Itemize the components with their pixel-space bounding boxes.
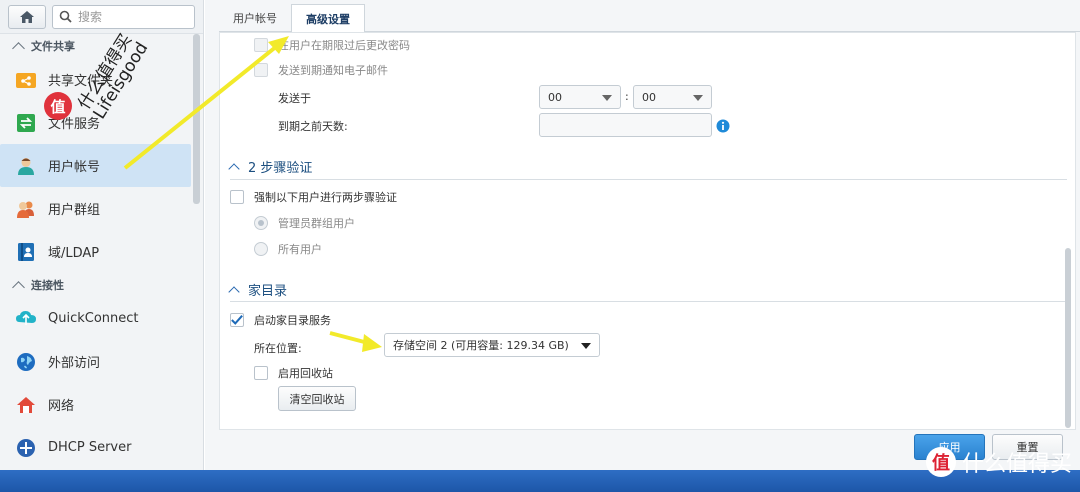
sidebar-item-label: 域/LDAP — [48, 246, 100, 261]
notify-login-label: 在用户在期限过后更改密码 — [278, 39, 410, 52]
days-before-label: 到期之前天数: — [278, 120, 348, 133]
all-users-radio[interactable] — [254, 242, 268, 256]
empty-recycle-button[interactable]: 清空回收站 — [278, 386, 356, 411]
enforce-2step-label: 强制以下用户进行两步骤验证 — [254, 191, 397, 204]
corner-logo-text: 什么值得买 — [961, 452, 1072, 477]
enable-home-label: 启动家目录服务 — [254, 314, 331, 327]
chevron-up-icon — [12, 280, 25, 294]
sidebar-item-label: 用户帐号 — [48, 160, 101, 175]
notify-login-row: 在用户在期限过后更改密码 — [254, 37, 410, 53]
home-button[interactable] — [8, 4, 46, 29]
sidebar-item-label: 外部访问 — [48, 356, 101, 371]
sidebar-item-label: 网络 — [48, 399, 75, 414]
chevron-down-icon — [602, 95, 612, 101]
quickconnect-icon — [16, 309, 36, 329]
location-select[interactable]: 存储空间 2 (可用容量: 129.34 GB) — [384, 333, 600, 357]
minute-value: 00 — [642, 90, 656, 104]
enforce-2step-checkbox[interactable] — [230, 190, 244, 204]
chevron-down-icon — [693, 95, 703, 101]
domain-icon — [16, 242, 36, 262]
admin-group-radio[interactable] — [254, 216, 268, 230]
email-notify-label: 发送到期通知电子邮件 — [278, 64, 388, 77]
sidebar-toolbar: 搜索 — [0, 0, 203, 34]
chevron-down-icon — [581, 343, 591, 349]
sidebar-item-label: DHCP Server — [48, 440, 132, 455]
sidebar-item-quickconnect[interactable]: QuickConnect — [0, 297, 191, 340]
admin-group-label: 管理员群组用户 — [278, 217, 355, 230]
home-icon — [20, 10, 34, 23]
section-title: 连接性 — [31, 279, 64, 292]
logo-badge: 值 — [925, 447, 956, 477]
sidebar-item-user-group[interactable]: 用户群组 — [0, 187, 191, 230]
info-icon[interactable] — [716, 119, 730, 133]
email-notify-checkbox[interactable] — [254, 63, 268, 77]
sidebar-item-domain-ldap[interactable]: 域/LDAP — [0, 230, 191, 273]
main-panel: 用户帐号 高级设置 在用户在期限过后更改密码 发送到期通知电子邮件 发送于 00… — [205, 0, 1080, 470]
sidebar-item-label: QuickConnect — [48, 311, 139, 326]
enable-home-checkbox[interactable] — [230, 313, 244, 327]
recycle-checkbox[interactable] — [254, 366, 268, 380]
time-separator: : — [625, 90, 629, 103]
hour-value: 00 — [548, 90, 562, 104]
corner-logo: 值 什么值得买 — [925, 446, 1072, 478]
panel-scrollbar[interactable] — [1065, 248, 1071, 428]
sidebar-item-dhcp-server[interactable]: DHCP Server — [0, 426, 191, 469]
share-folder-icon — [16, 70, 36, 90]
sidebar-item-label: 用户群组 — [48, 203, 101, 218]
settings-panel: 在用户在期限过后更改密码 发送到期通知电子邮件 发送于 00 : 00 到期之前… — [219, 32, 1076, 430]
watermark-badge: 值 — [44, 92, 72, 120]
location-value: 存储空间 2 (可用容量: 129.34 GB) — [393, 339, 569, 352]
search-placeholder: 搜索 — [78, 10, 103, 24]
two-step-section-header[interactable]: 2 步骤验证 — [228, 157, 313, 176]
sidebar-scrollbar[interactable] — [193, 34, 200, 204]
all-users-label: 所有用户 — [278, 243, 322, 256]
sidebar-item-user-account[interactable]: 用户帐号 — [0, 144, 191, 187]
chevron-up-icon — [12, 41, 25, 55]
home-section-header[interactable]: 家目录 — [228, 280, 288, 299]
checkmark-icon — [231, 315, 243, 325]
bottom-bar — [0, 470, 1080, 492]
globe-icon — [16, 352, 36, 372]
tab-bar: 用户帐号 高级设置 — [219, 4, 1080, 32]
dhcp-icon — [16, 438, 36, 458]
search-icon — [59, 10, 72, 23]
tab-user-account[interactable]: 用户帐号 — [219, 4, 291, 32]
sidebar-item-external-access[interactable]: 外部访问 — [0, 340, 191, 383]
tab-advanced-settings[interactable]: 高级设置 — [291, 4, 365, 32]
network-icon — [16, 395, 36, 415]
notify-login-checkbox[interactable] — [254, 38, 268, 52]
home-title: 家目录 — [248, 284, 288, 299]
minute-select[interactable]: 00 — [633, 85, 712, 109]
recycle-label: 启用回收站 — [278, 367, 333, 380]
recycle-row: 启用回收站 — [254, 365, 333, 381]
file-services-icon — [16, 113, 36, 133]
send-at-label: 发送于 — [278, 92, 311, 105]
location-label: 所在位置: — [254, 342, 302, 355]
all-users-row: 所有用户 — [254, 241, 322, 257]
section-connectivity[interactable]: 连接性 — [0, 273, 203, 297]
chevron-up-icon — [228, 285, 240, 298]
enable-home-row: 启动家目录服务 — [230, 312, 331, 328]
user-icon — [16, 156, 36, 176]
search-input[interactable]: 搜索 — [52, 4, 195, 29]
chevron-up-icon — [228, 162, 240, 175]
hour-select[interactable]: 00 — [539, 85, 621, 109]
sidebar-item-network[interactable]: 网络 — [0, 383, 191, 426]
section-divider — [230, 179, 1067, 180]
two-step-title: 2 步骤验证 — [248, 161, 313, 176]
email-notify-row: 发送到期通知电子邮件 — [254, 62, 388, 78]
admin-group-row: 管理员群组用户 — [254, 215, 355, 231]
enforce-2step-row: 强制以下用户进行两步骤验证 — [230, 189, 397, 205]
section-title: 文件共享 — [31, 40, 75, 53]
group-icon — [16, 199, 36, 219]
section-divider — [230, 301, 1067, 302]
days-before-input[interactable] — [539, 113, 712, 137]
